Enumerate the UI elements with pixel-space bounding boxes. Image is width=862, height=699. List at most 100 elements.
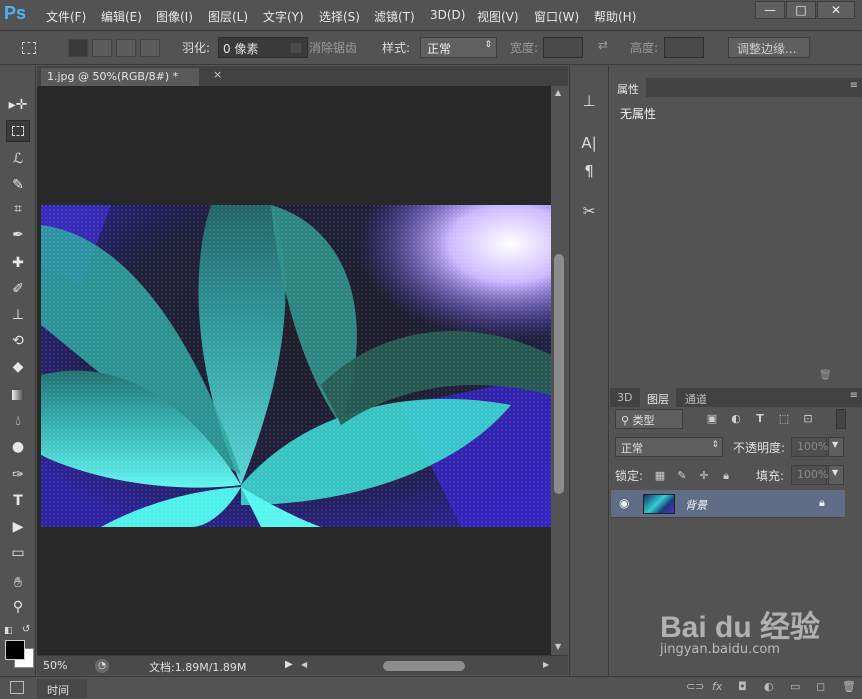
new-selection-icon[interactable] (68, 39, 88, 57)
hand-icon[interactable]: ✋︎ (6, 572, 30, 594)
move-icon[interactable]: ▸✛ (6, 94, 30, 116)
swap-colors-icon[interactable]: ↺ (22, 624, 30, 635)
zoom-level[interactable]: 50% (43, 659, 67, 672)
lock-all-icon[interactable]: 🔒︎ (718, 468, 734, 484)
minimize-button[interactable]: — (755, 1, 785, 19)
gradient-icon[interactable] (6, 384, 30, 406)
lock-position-icon[interactable]: ✛ (696, 468, 712, 484)
brush-presets-icon[interactable]: ✂ (578, 200, 600, 222)
pen-icon[interactable]: ✑ (6, 464, 30, 486)
clone-stamp-icon[interactable]: ⊥ (6, 304, 30, 326)
menu-select[interactable]: 选择(S) (319, 8, 360, 25)
menu-filter[interactable]: 滤镜(T) (374, 8, 415, 25)
filter-toggle-icon[interactable] (836, 409, 846, 429)
character-icon[interactable]: A| (578, 132, 600, 154)
foreground-color-swatch[interactable] (5, 640, 25, 660)
opacity-dropdown-icon[interactable]: ▼ (828, 437, 844, 457)
vertical-scrollbar[interactable]: ▲ ▼ (551, 86, 568, 655)
quick-select-icon[interactable]: ✎ (6, 174, 30, 196)
new-group-icon[interactable]: ▭ (790, 680, 800, 693)
layer-name[interactable]: 背景 (685, 497, 707, 513)
layer-row[interactable]: ◉ 背景 🔒︎ (611, 490, 845, 518)
width-input[interactable] (543, 37, 583, 58)
canvas-area[interactable] (37, 86, 551, 655)
blur-icon[interactable]: 💧︎ (6, 410, 30, 432)
delete-layer-icon[interactable]: 🗑︎ (842, 680, 856, 693)
layer-style-icon[interactable]: fx (712, 680, 722, 693)
scroll-right-icon[interactable]: ▶ (543, 660, 549, 669)
screen-mode-icon[interactable] (10, 681, 24, 694)
filter-pixel-icon[interactable]: ▣ (704, 411, 720, 427)
scroll-left-icon[interactable]: ◀ (301, 660, 307, 669)
timeline-tab[interactable]: 时间轴 (37, 679, 87, 698)
intersect-selection-icon[interactable] (140, 39, 160, 57)
eyedropper-icon[interactable]: ✒ (6, 224, 30, 246)
zoom-icon[interactable]: ⚲ (6, 596, 30, 618)
subtract-selection-icon[interactable] (116, 39, 136, 57)
layer-filter-select[interactable]: ⚲ 类型 (615, 409, 683, 429)
lasso-icon[interactable]: ℒ (6, 148, 30, 170)
dodge-icon[interactable]: ● (6, 436, 30, 458)
scroll-down-icon[interactable]: ▼ (555, 642, 561, 651)
height-input[interactable] (664, 37, 704, 58)
filter-adjustment-icon[interactable]: ◐ (728, 411, 744, 427)
tab-channels[interactable]: 通道 (678, 388, 714, 407)
lock-transparent-icon[interactable]: ▦ (652, 468, 668, 484)
status-info-icon[interactable]: ◔ (95, 659, 109, 673)
lock-pixels-icon[interactable]: ✎ (674, 468, 690, 484)
filter-type-icon[interactable]: T (752, 411, 768, 427)
brush-icon[interactable]: ✐ (6, 278, 30, 300)
close-tab-icon[interactable]: × (213, 68, 222, 81)
scroll-up-icon[interactable]: ▲ (555, 88, 561, 97)
new-layer-icon[interactable]: ◻ (816, 680, 825, 693)
healing-brush-icon[interactable]: ✚ (6, 252, 30, 274)
add-selection-icon[interactable] (92, 39, 112, 57)
horizontal-scrollbar[interactable]: ◀ ▶ (301, 660, 553, 672)
menu-window[interactable]: 窗口(W) (534, 8, 579, 25)
path-select-icon[interactable]: ▶ (6, 516, 30, 538)
status-menu-arrow-icon[interactable]: ▶ (285, 659, 293, 670)
rectangle-icon[interactable]: ▭ (6, 542, 30, 564)
menu-view[interactable]: 视图(V) (477, 8, 519, 25)
marquee-preset-icon[interactable] (22, 42, 36, 54)
crop-icon[interactable]: ⌗ (6, 198, 30, 220)
history-brush-icon[interactable]: ⟲ (6, 330, 30, 352)
tab-3d[interactable]: 3D (610, 388, 639, 407)
marquee-icon[interactable] (6, 120, 30, 142)
opacity-input[interactable]: 100% (791, 437, 828, 457)
refine-edge-button[interactable]: 调整边缘... (728, 37, 810, 58)
filter-shape-icon[interactable]: ⬚ (776, 411, 792, 427)
menu-image[interactable]: 图像(I) (156, 8, 193, 25)
layers-panel-menu-icon[interactable]: ≡ (850, 390, 858, 401)
menu-layer[interactable]: 图层(L) (208, 8, 248, 25)
paragraph-icon[interactable]: ¶ (578, 160, 600, 182)
eraser-icon[interactable]: ◆ (6, 356, 30, 378)
menu-file[interactable]: 文件(F) (46, 8, 86, 25)
fill-dropdown-icon[interactable]: ▼ (828, 465, 844, 485)
close-window-button[interactable]: ✕ (817, 1, 855, 19)
default-colors-icon[interactable]: ◧ (4, 626, 13, 636)
visibility-eye-icon[interactable]: ◉ (619, 496, 629, 510)
tab-properties[interactable]: 属性 (610, 78, 646, 97)
antialias-checkbox[interactable] (290, 42, 302, 54)
fill-input[interactable]: 100% (791, 465, 828, 485)
style-select[interactable]: 正常 ⇕ (420, 37, 497, 58)
add-mask-icon[interactable]: ◘ (738, 680, 747, 693)
document-tab[interactable]: 1.jpg @ 50%(RGB/8#) * (41, 68, 199, 86)
tab-layers[interactable]: 图层 (640, 388, 676, 407)
menu-edit[interactable]: 编辑(E) (101, 8, 142, 25)
panel-menu-icon[interactable]: ≡ (850, 80, 858, 91)
menu-help[interactable]: 帮助(H) (594, 8, 636, 25)
horizontal-scroll-thumb[interactable] (383, 661, 465, 671)
link-layers-icon[interactable]: ⊂⊃ (686, 680, 704, 693)
menu-3d[interactable]: 3D(D) (430, 8, 465, 22)
maximize-button[interactable]: □ (786, 1, 816, 19)
filter-smart-object-icon[interactable]: ⊡ (800, 411, 816, 427)
menu-type[interactable]: 文字(Y) (263, 8, 304, 25)
tool-presets-icon[interactable]: ⊥ (578, 90, 600, 112)
properties-delete-icon[interactable]: 🗑︎ (819, 370, 832, 381)
adjustment-layer-icon[interactable]: ◐ (764, 680, 774, 693)
type-icon[interactable]: T (6, 490, 30, 512)
blend-mode-select[interactable]: 正常 ⇕ (615, 437, 723, 457)
swap-icon[interactable]: ⇄ (598, 38, 608, 52)
